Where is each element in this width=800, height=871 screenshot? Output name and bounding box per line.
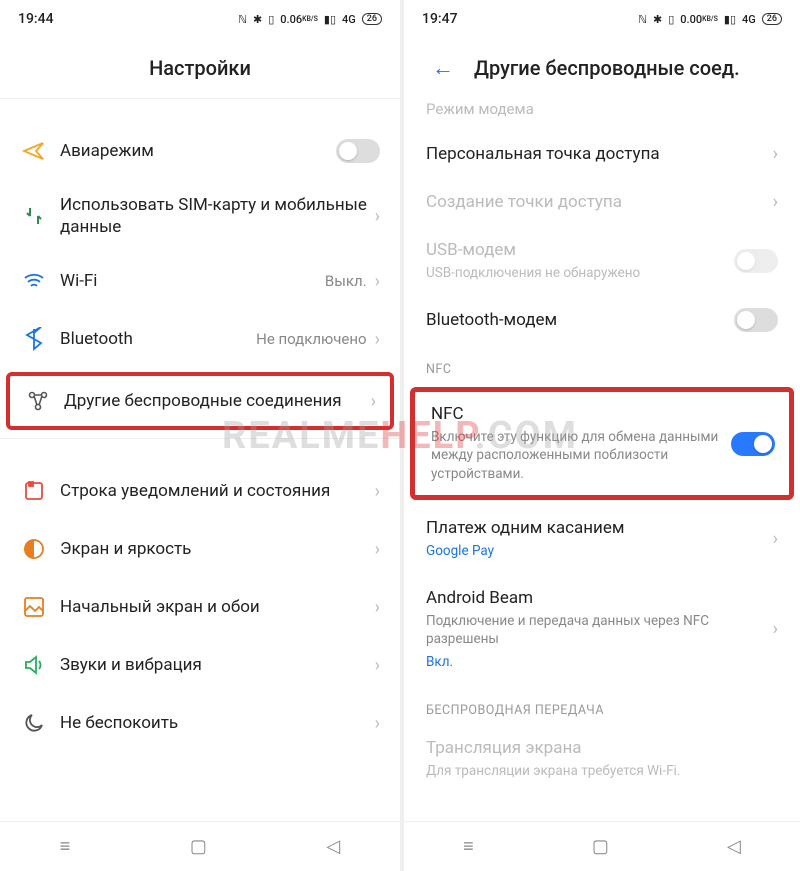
nav-back-icon[interactable]: ◁ (326, 836, 340, 857)
wireless-tx-section-header: БЕСПРОВОДНАЯ ПЕРЕДАЧА (404, 685, 800, 724)
nfc-row[interactable]: NFC Включите эту функцию для обмена данн… (410, 387, 794, 500)
display-row[interactable]: Экран и яркость › (0, 520, 400, 578)
signal-icon: ▮▯ (724, 13, 736, 26)
bluetooth-icon (22, 327, 46, 351)
create-hotspot-row: Создание точки доступа › (404, 178, 800, 226)
nav-home-icon[interactable]: ▢ (592, 836, 609, 857)
bluetooth-modem-toggle[interactable] (734, 308, 778, 332)
chevron-right-icon: › (375, 539, 380, 560)
moon-icon (22, 711, 46, 735)
bluetooth-value: Не подключено (256, 330, 366, 348)
nfc-toggle[interactable] (731, 432, 775, 456)
status-bar: 19:47 ℕ ✱ ▯ 0.00KB/S ▮▯ 4G 26 (404, 0, 800, 38)
status-icons: ℕ ✱ ▯ 0.00KB/S ▮▯ 4G 26 (638, 13, 782, 26)
chevron-right-icon: › (375, 481, 380, 502)
chevron-right-icon: › (375, 713, 380, 734)
notification-bar-row[interactable]: Строка уведомлений и состояния › (0, 462, 400, 520)
wifi-row[interactable]: Wi-Fi Выкл. › (0, 252, 400, 310)
home-wallpaper-row[interactable]: Начальный экран и обои › (0, 578, 400, 636)
chevron-right-icon: › (773, 144, 778, 165)
status-icons: ℕ ✱ ▯ 0.06KB/S ▮▯ 4G 26 (238, 13, 382, 26)
vibrate-status-icon: ▯ (668, 13, 674, 26)
android-beam-row[interactable]: Android Beam Подключение и передача данн… (404, 574, 800, 685)
status-time: 19:47 (422, 11, 458, 27)
brightness-icon (22, 537, 46, 561)
notification-icon (22, 479, 46, 503)
wireless-content: Режим модема Персональная точка доступа … (404, 98, 800, 821)
chevron-right-icon: › (773, 528, 778, 549)
status-bar: 19:44 ℕ ✱ ▯ 0.06KB/S ▮▯ 4G 26 (0, 0, 400, 38)
bluetooth-modem-row[interactable]: Bluetooth-модем (404, 296, 800, 344)
hotspot-row[interactable]: Персональная точка доступа › (404, 130, 800, 178)
nfc-status-icon: ℕ (238, 13, 247, 26)
chevron-right-icon: › (375, 597, 380, 618)
android-navbar: ≡ ▢ ◁ (404, 821, 800, 871)
nav-back-icon[interactable]: ◁ (727, 836, 741, 857)
dnd-row[interactable]: Не беспокоить › (0, 694, 400, 752)
screen-cast-row: Трансляция экрана Для трансляции экрана … (404, 724, 800, 794)
chevron-right-icon: › (375, 655, 380, 676)
android-navbar: ≡ ▢ ◁ (0, 821, 400, 871)
usb-modem-toggle (734, 249, 778, 273)
nav-recents-icon[interactable]: ≡ (60, 836, 71, 857)
chevron-right-icon: › (371, 391, 376, 412)
other-wireless-row[interactable]: Другие беспроводные соединения › (6, 372, 394, 430)
sim-data-row[interactable]: Использовать SIM-карту и мобильные данны… (0, 180, 400, 252)
bluetooth-status-icon: ✱ (253, 13, 262, 26)
nfc-section-header: NFC (404, 344, 800, 383)
airplane-mode-row[interactable]: Авиарежим (0, 122, 400, 180)
sound-row[interactable]: Звуки и вибрация › (0, 636, 400, 694)
chevron-right-icon: › (773, 619, 778, 640)
chevron-right-icon: › (375, 271, 380, 292)
wifi-value: Выкл. (325, 272, 367, 290)
tap-pay-row[interactable]: Платеж одним касанием Google Pay › (404, 504, 800, 574)
nav-home-icon[interactable]: ▢ (190, 836, 207, 857)
bluetooth-status-icon: ✱ (653, 13, 662, 26)
sound-icon (22, 653, 46, 677)
page-title: Настройки (0, 38, 400, 98)
wireless-settings-screen: 19:47 ℕ ✱ ▯ 0.00KB/S ▮▯ 4G 26 ← Другие б… (400, 0, 800, 871)
wallpaper-icon (22, 595, 46, 619)
settings-screen: 19:44 ℕ ✱ ▯ 0.06KB/S ▮▯ 4G 26 Настройки … (0, 0, 400, 871)
status-time: 19:44 (18, 11, 54, 27)
chevron-right-icon: › (773, 192, 778, 213)
settings-list: Авиарежим Использовать SIM-карту и мобил… (0, 98, 400, 821)
page-title: Другие беспроводные соед. (474, 56, 740, 80)
chevron-right-icon: › (375, 329, 380, 350)
signal-icon: ▮▯ (324, 13, 336, 26)
partial-cut-row: Режим модема (404, 98, 800, 130)
nav-recents-icon[interactable]: ≡ (463, 836, 474, 857)
page-header: ← Другие беспроводные соед. (404, 38, 800, 98)
connections-icon (26, 389, 50, 413)
chevron-right-icon: › (375, 206, 380, 227)
back-arrow-icon[interactable]: ← (432, 55, 454, 81)
usb-modem-row: USB-модем USB-подключения не обнаружено (404, 226, 800, 296)
bluetooth-row[interactable]: Bluetooth Не подключено › (0, 310, 400, 368)
airplane-toggle[interactable] (336, 139, 380, 163)
airplane-icon (22, 139, 46, 163)
nfc-status-icon: ℕ (638, 13, 647, 26)
battery-icon: 26 (362, 13, 382, 25)
wifi-icon (22, 269, 46, 293)
vibrate-status-icon: ▯ (268, 13, 274, 26)
sim-icon (22, 204, 46, 228)
battery-icon: 26 (762, 13, 782, 25)
